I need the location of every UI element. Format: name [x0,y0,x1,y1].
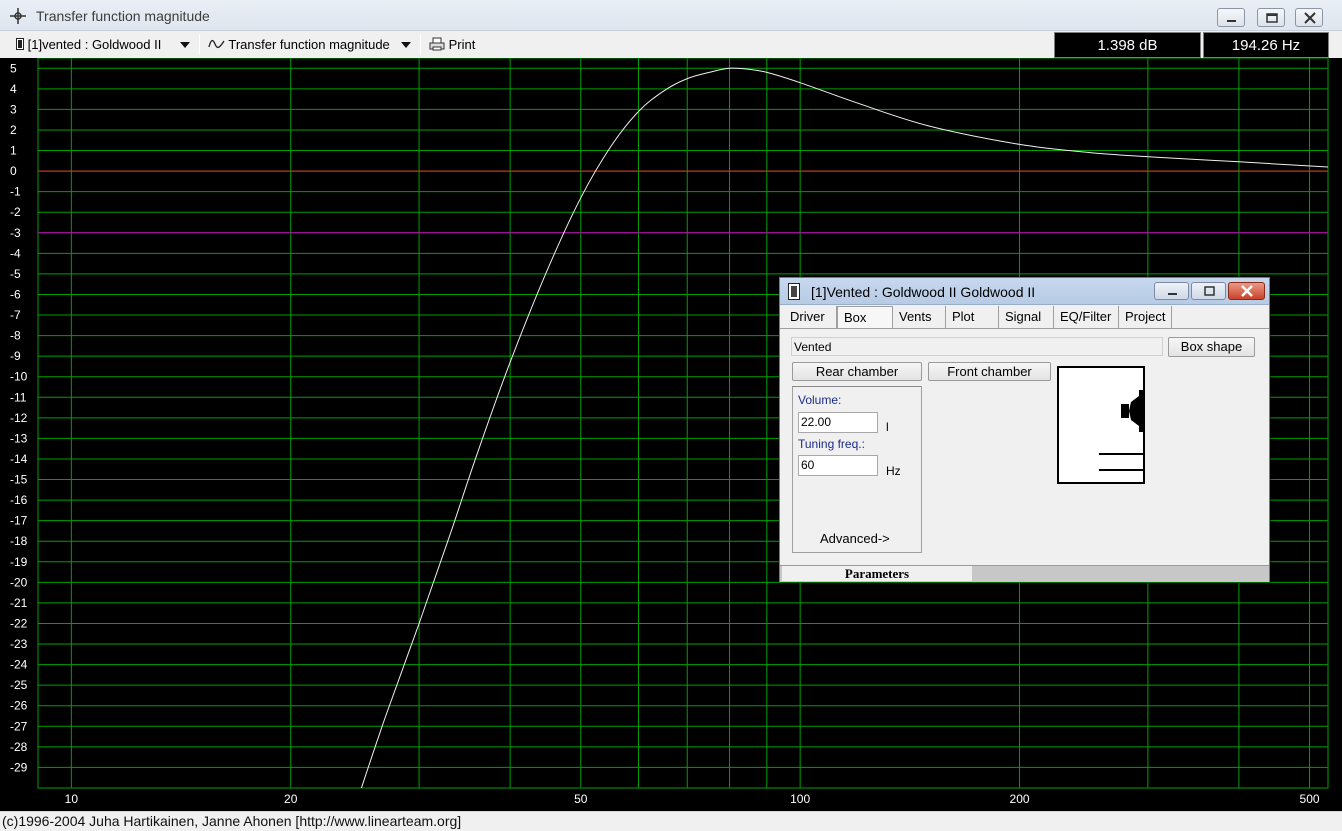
y-tick-label: -3 [10,226,21,240]
x-tick-label: 200 [1010,792,1030,806]
y-tick-label: -19 [10,555,28,569]
y-tick-label: -7 [10,308,21,322]
box-shape-button[interactable]: Box shape [1168,337,1255,357]
volume-input[interactable]: 22.00 [798,412,878,433]
y-tick-label: 2 [10,123,17,137]
y-tick-label: -1 [10,185,21,199]
y-tick-label: -22 [10,616,28,630]
print-button[interactable]: Print [429,35,475,55]
y-tick-label: -21 [10,596,28,610]
minimize-button[interactable] [1217,8,1245,27]
volume-label: Volume: [798,393,842,407]
tab-box[interactable]: Box [837,306,893,329]
y-tick-label: -2 [10,205,21,219]
speaker-icon [16,38,24,50]
maximize-button[interactable] [1257,8,1285,27]
front-chamber-button[interactable]: Front chamber [928,362,1051,381]
y-tick-label: -28 [10,740,28,754]
x-tick-label: 500 [1300,792,1320,806]
y-tick-label: -29 [10,760,28,774]
dialog-close-button[interactable] [1228,282,1265,300]
frequency-readout: 194.26 Hz [1203,32,1329,58]
y-tick-label: -20 [10,575,28,589]
window-title: Transfer function magnitude [36,8,210,24]
minimize-icon [1168,293,1177,295]
y-tick-label: -17 [10,514,28,528]
dialog-minimize-button[interactable] [1154,282,1189,300]
y-tick-label: -23 [10,637,28,651]
y-tick-label: -5 [10,267,21,281]
minimize-icon [1227,20,1236,22]
y-tick-label: -12 [10,411,28,425]
y-tick-label: -14 [10,452,28,466]
y-tick-label: 5 [10,61,17,75]
y-tick-label: -16 [10,493,28,507]
toolbar-separator [420,34,421,55]
maximize-icon [1266,13,1278,23]
tuning-freq-label: Tuning freq.: [798,437,865,451]
plot-selector-label: Transfer function magnitude [228,37,390,52]
x-tick-label: 50 [574,792,588,806]
project-selector-label: [1]vented : Goldwood II [27,37,162,52]
x-tick-label: 20 [284,792,298,806]
box-shape-diagram [1057,366,1145,484]
project-selector[interactable]: [1]vented : Goldwood II [16,35,161,55]
tab-project[interactable]: Project [1119,306,1172,328]
close-button[interactable] [1295,8,1323,27]
window-titlebar: Transfer function magnitude [0,0,1342,31]
advanced-button[interactable]: Advanced-> [820,531,890,546]
y-tick-label: -15 [10,473,28,487]
volume-unit: l [886,420,889,434]
box-type-field[interactable]: Vented [791,337,1163,356]
box-dialog: [1]Vented : Goldwood II Goldwood II Driv… [779,277,1270,582]
dialog-title: [1]Vented : Goldwood II Goldwood II [811,284,1036,300]
y-tick-label: -6 [10,287,21,301]
x-tick-label: 10 [65,792,79,806]
y-tick-label: -4 [10,246,21,260]
close-icon [1241,285,1253,297]
y-tick-label: -27 [10,719,28,733]
wave-icon [208,39,225,49]
printer-icon [429,37,445,51]
rear-chamber-button[interactable]: Rear chamber [792,362,922,381]
y-tick-label: 4 [10,82,17,96]
y-tick-label: -10 [10,370,28,384]
y-tick-label: 0 [10,164,17,178]
tuning-freq-unit: Hz [886,464,901,478]
level-readout: 1.398 dB [1054,32,1201,58]
tab-plot[interactable]: Plot [946,306,999,328]
close-icon [1304,12,1316,24]
toolbar-separator [199,34,200,55]
tab-vents[interactable]: Vents [893,306,946,328]
tab-eq-filter[interactable]: EQ/Filter [1054,306,1119,328]
plot-selector[interactable]: Transfer function magnitude [208,35,390,55]
tab-driver[interactable]: Driver [784,306,837,328]
dialog-maximize-button[interactable] [1191,282,1226,300]
speaker-icon [788,283,800,300]
status-bar: (c)1996-2004 Juha Hartikainen, Janne Aho… [0,811,1342,830]
y-tick-label: -11 [10,390,27,404]
y-tick-label: -13 [10,431,28,445]
app-crosshair-icon [10,8,26,24]
tab-signal[interactable]: Signal [999,306,1054,328]
y-tick-label: 3 [10,102,17,116]
print-label: Print [448,37,476,52]
tuning-freq-input[interactable]: 60 [798,455,878,476]
y-tick-label: 1 [10,144,17,158]
maximize-icon [1204,286,1215,296]
tab-strip-divider [780,328,1269,329]
y-tick-label: -8 [10,329,21,343]
dialog-titlebar: [1]Vented : Goldwood II Goldwood II [780,278,1269,305]
y-tick-label: -9 [10,349,21,363]
y-tick-label: -25 [10,678,28,692]
y-tick-label: -24 [10,658,28,672]
y-tick-label: -18 [10,534,28,548]
x-tick-label: 100 [790,792,810,806]
parameters-tab[interactable]: Parameters [782,566,972,581]
y-tick-label: -26 [10,699,28,713]
